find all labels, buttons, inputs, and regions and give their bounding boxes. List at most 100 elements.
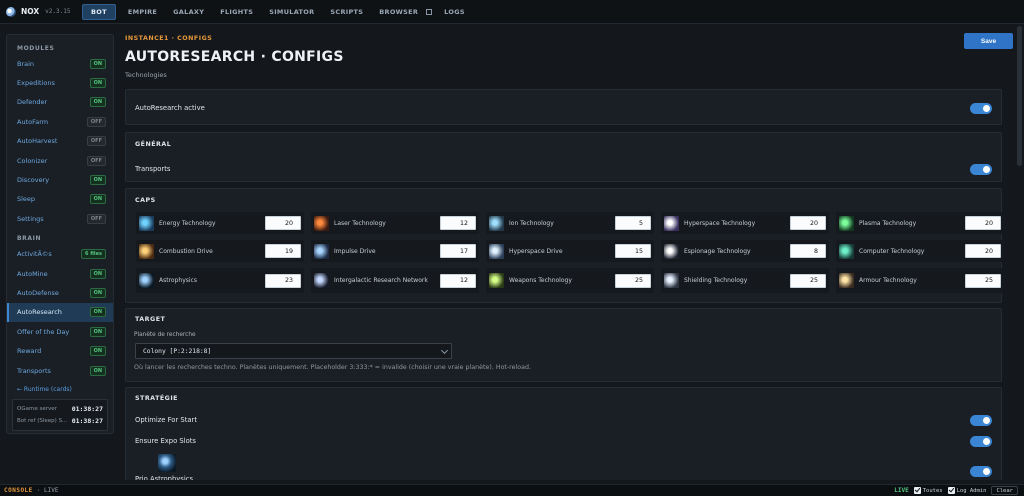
sidebar-item-sleep[interactable]: Sleep ON [7,190,113,209]
transports-toggle[interactable] [970,163,992,175]
tech-cap-espionage-technology: Espionage Technology 8 [661,240,829,262]
status-badge: ON [89,326,106,337]
sidebar-item-label: Defender [17,98,48,107]
optimize-start-label: Optimize For Start [135,416,198,424]
ion-tech-icon [489,215,504,231]
page-scrollbar[interactable] [1015,24,1024,484]
nav-tab-scripts[interactable]: SCRIPTS [322,4,371,20]
status-badge: ON [89,58,106,69]
sidebar-item-label: Transports [17,366,51,375]
nav-tab-bot[interactable]: BOT [82,3,116,20]
nav-tab-galaxy[interactable]: GALAXY [165,4,212,20]
sidebar-item-label: Discovery [17,176,50,185]
nav-tab-flights[interactable]: FLIGHTS [212,4,261,20]
tech-cap-input[interactable]: 20 [790,216,826,230]
external-link-icon[interactable] [426,8,433,15]
hyperspace-drive-icon [489,243,504,259]
caps-card: CAPS Energy Technology 20 Laser Technology… [125,188,1004,303]
sidebar-item-discovery[interactable]: Discovery ON [7,170,113,189]
nav-tab-empire[interactable]: EMPIRE [120,4,165,20]
autoresearch-active-toggle[interactable] [970,102,992,114]
prio-astro-label: Prio Astrophysics [135,475,193,480]
filter-admin-checkbox[interactable]: Log Admin [947,487,986,494]
sidebar-item-offer-of-the-day[interactable]: Offer of the Day ON [7,322,113,341]
clock-panel: OGame server 01:38:27 Bot ref (Sleep) S.… [12,399,108,432]
sidebar-item-transports[interactable]: Transports ON [7,361,113,380]
expo-slots-toggle[interactable] [970,435,992,447]
tech-cap-input[interactable]: 15 [615,244,651,258]
nav-tab-simulator[interactable]: SIMULATOR [261,4,322,20]
sidebar-item-label: AutoHarvest [17,137,58,146]
tech-cap-input[interactable]: 25 [790,273,826,288]
sidebar-item-reward[interactable]: Reward ON [7,341,113,360]
sidebar-section-brain: BRAIN [17,235,42,243]
sidebar-item-label: AutoDefense [17,288,59,297]
tech-cap-input[interactable]: 20 [965,244,1001,258]
tech-cap-input[interactable]: 25 [615,273,651,288]
tech-cap-laser-technology: Laser Technology 12 [311,212,479,234]
save-button[interactable]: Save [964,33,1013,49]
tech-name: Impulse Drive [334,247,376,255]
tech-cap-impulse-drive: Impulse Drive 17 [311,240,479,262]
tech-name: Shielding Technology [684,277,748,284]
tech-name: Astrophysics [159,277,197,284]
sidebar-item-label: Brain [17,59,35,68]
filter-all-checkbox[interactable]: Toutes [913,487,943,494]
nav-tab-browser[interactable]: BROWSER [371,4,426,20]
tech-name: Hyperspace Drive [509,247,563,255]
tech-name: Hyperspace Technology [684,219,756,227]
tech-cap-input[interactable]: 5 [615,216,651,230]
tech-cap-ion-technology: Ion Technology 5 [486,212,654,234]
clock-row-bot: Bot ref (Sleep) S... 01:38:27 [17,415,103,427]
nav-tab-logs[interactable]: LOGS [436,4,473,20]
sidebar-item-expeditions[interactable]: Expeditions ON [7,73,113,92]
sidebar-item-autodefense[interactable]: AutoDefense ON [7,283,113,302]
sidebar-item-defender[interactable]: Defender ON [7,93,113,112]
tech-cap-input[interactable]: 12 [440,216,476,230]
app-name: NOX [21,7,40,16]
sidebar-item-autofarm[interactable]: AutoFarm OFF [7,112,113,131]
sidebar-item-colonizer[interactable]: Colonizer OFF [7,151,113,170]
status-badge: OFF [86,116,106,127]
status-badge: ON [89,365,106,376]
sidebar-item-label: AutoMine [17,269,48,278]
scrollbar-thumb[interactable] [1017,26,1022,166]
expo-slots-label: Ensure Expo Slots [135,437,196,445]
sidebar-item-autoresearch[interactable]: AutoResearch ON [7,302,113,323]
tech-cap-input[interactable]: 20 [965,216,1001,230]
sidebar-item-label: Expeditions [17,79,55,88]
filter-all-label: Toutes [922,487,943,494]
tech-cap-computer-technology: Computer Technology 20 [836,240,1004,262]
app-version: v2.3.15 [45,8,71,15]
app-logo[interactable]: NOX v2.3.15 [6,6,82,17]
status-badge: ON [89,346,106,357]
status-badge: ON [89,194,106,205]
tech-cap-input[interactable]: 25 [965,273,1001,288]
sidebar-item-automine[interactable]: AutoMine ON [7,264,113,283]
tech-name: Ion Technology [509,219,554,227]
optimize-start-toggle[interactable] [970,414,992,426]
console-clear-button[interactable]: Clear [991,486,1018,495]
status-badge: ON [89,78,106,89]
console-label[interactable]: CONSOLE [4,487,33,494]
tech-cap-input[interactable]: 23 [265,273,301,288]
sidebar-item-brain[interactable]: Brain ON [7,54,113,73]
tech-cap-input[interactable]: 12 [440,273,476,288]
runtime-cards-link[interactable]: ← Runtime (cards) [7,380,113,393]
sidebar-item-settings[interactable]: Settings OFF [7,209,113,228]
tech-cap-input[interactable]: 17 [440,244,476,258]
prio-astro-toggle[interactable] [970,465,992,477]
sidebar-item-autoharvest[interactable]: AutoHarvest OFF [7,132,113,151]
tech-cap-astrophysics: Astrophysics 23 [136,268,304,293]
sidebar-item-activit-s[interactable]: ActivitÃ©s 6 files [7,245,113,264]
live-indicator: LIVE [894,487,909,494]
status-badge: ON [89,97,106,108]
tech-cap-input[interactable]: 19 [265,244,301,258]
chevron-down-icon [440,346,449,355]
armour-tech-icon [839,273,854,288]
tech-cap-input[interactable]: 8 [790,244,826,258]
tech-cap-input[interactable]: 20 [265,216,301,230]
research-planet-select[interactable]: Colony [P:2:218:8] [135,343,452,359]
console-bar: CONSOLE · LIVE LIVE Toutes Log Admin Cle… [0,484,1024,496]
tech-name: Plasma Technology [859,219,917,227]
